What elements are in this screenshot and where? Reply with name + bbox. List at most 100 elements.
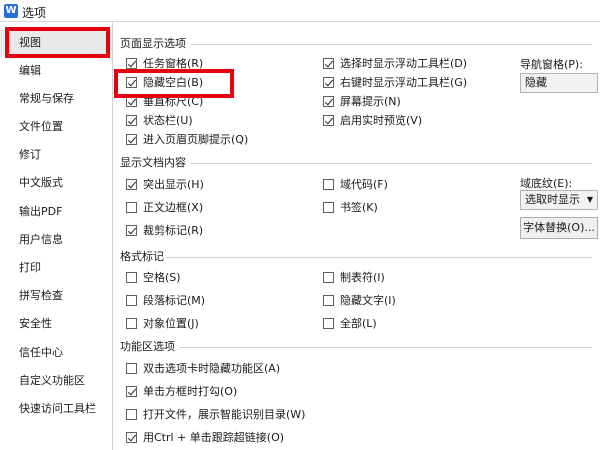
checkbox[interactable] [126,317,137,329]
sidebar-item-file-locations[interactable]: 文件位置 [0,114,112,140]
checkbox[interactable] [323,95,334,107]
font-substitution-button[interactable]: 字体替换(O)... [520,217,598,239]
checkbox[interactable] [126,362,137,374]
sidebar-item-general-save[interactable]: 常规与保存 [0,86,112,112]
checkbox[interactable] [323,271,334,283]
sidebar-item-quick-access-toolbar[interactable]: 快速访问工具栏 [0,396,112,422]
option-object-anchors[interactable]: 对象位置(J) [126,315,199,331]
checkbox[interactable] [126,76,137,88]
checkbox[interactable] [126,178,137,190]
option-label: 制表符(I) [340,271,385,284]
option-label: 对象位置(J) [143,317,199,330]
checkbox[interactable] [126,114,137,126]
checkbox[interactable] [323,178,334,190]
section-title-document-content: 显示文档内容 [120,156,186,169]
option-hidden-text[interactable]: 隐藏文字(I) [323,292,396,308]
window-title: 选项 [22,6,47,20]
section-title-format-marks: 格式标记 [120,250,164,263]
section-title-page-display: 页面显示选项 [120,37,186,50]
option-float-toolbar-on-right-click[interactable]: 右键时显示浮动工具栏(G) [323,74,467,90]
option-paragraph-marks[interactable]: 段落标记(M) [126,292,205,308]
option-label: 状态栏(U) [143,114,193,127]
option-label: 单击方框时打勾(O) [143,385,238,398]
option-bookmarks[interactable]: 书签(K) [323,199,378,215]
option-all-marks[interactable]: 全部(L) [323,315,377,331]
checkbox[interactable] [126,294,137,306]
option-label: 书签(K) [340,201,378,214]
option-spaces[interactable]: 空格(S) [126,269,181,285]
option-label: 双击选项卡时隐藏功能区(A) [143,362,281,375]
sidebar-item-export-pdf[interactable]: 输出PDF [0,199,112,225]
nav-pane-label: 导航窗格(P): [520,58,583,71]
option-label: 垂直标尺(C) [143,95,204,108]
checkbox[interactable] [126,224,137,236]
option-smart-toc-on-open[interactable]: 打开文件，展示智能识别目录(W) [126,406,305,422]
option-ctrl-click-hyperlink[interactable]: 用Ctrl + 单击跟踪超链接(O) [126,429,284,445]
checkbox[interactable] [126,271,137,283]
checkbox[interactable] [323,114,334,126]
option-highlight[interactable]: 突出显示(H) [126,176,204,192]
option-label: 打开文件，展示智能识别目录(W) [143,408,306,421]
option-label: 突出显示(H) [143,178,204,191]
option-vertical-ruler[interactable]: 垂直标尺(C) [126,93,203,109]
section-divider [191,163,592,164]
option-label: 域代码(F) [340,178,388,191]
checkbox[interactable] [126,57,137,69]
option-label: 用Ctrl + 单击跟踪超链接(O) [143,431,285,444]
section-divider [191,44,592,45]
option-float-toolbar-on-select[interactable]: 选择时显示浮动工具栏(D) [323,55,467,71]
checkbox[interactable] [323,76,334,88]
option-label: 右键时显示浮动工具栏(G) [340,76,468,89]
option-label: 隐藏文字(I) [340,294,396,307]
checkbox[interactable] [126,385,137,397]
sidebar-item-revisions[interactable]: 修订 [0,142,112,168]
sidebar-item-edit[interactable]: 编辑 [0,58,112,84]
option-field-codes[interactable]: 域代码(F) [323,176,388,192]
section-divider [179,347,592,348]
sidebar-item-customize-ribbon[interactable]: 自定义功能区 [0,368,112,394]
option-label: 段落标记(M) [143,294,206,307]
option-tab-characters[interactable]: 制表符(I) [323,269,385,285]
checkbox[interactable] [126,408,137,420]
checkbox[interactable] [323,317,334,329]
checkbox[interactable] [126,133,137,145]
option-label: 屏幕提示(N) [340,95,401,108]
checkbox[interactable] [126,201,137,213]
checkbox[interactable] [323,294,334,306]
option-status-bar[interactable]: 状态栏(U) [126,112,193,128]
field-shading-select[interactable]: 选取时显示 ▼ [520,190,598,210]
sidebar-item-security[interactable]: 安全性 [0,311,112,337]
section-title-ribbon-options: 功能区选项 [120,340,175,353]
option-double-click-hide-ribbon[interactable]: 双击选项卡时隐藏功能区(A) [126,360,280,376]
option-label: 进入页眉页脚提示(Q) [143,133,249,146]
option-header-footer-tip[interactable]: 进入页眉页脚提示(Q) [126,131,248,147]
title-bar: W 选项 [0,0,600,22]
checkbox[interactable] [323,201,334,213]
option-live-preview[interactable]: 启用实时预览(V) [323,112,422,128]
option-click-box-to-check[interactable]: 单击方框时打勾(O) [126,383,237,399]
section-divider [167,257,592,258]
option-label: 裁剪标记(R) [143,224,204,237]
field-shading-label: 域底纹(E): [520,177,573,190]
field-shading-value: 选取时显示 [525,193,580,206]
sidebar-item-print[interactable]: 打印 [0,255,112,281]
option-label: 空格(S) [143,271,181,284]
sidebar-item-spell-check[interactable]: 拼写检查 [0,283,112,309]
checkbox[interactable] [126,431,137,443]
option-label: 启用实时预览(V) [340,114,423,127]
option-label: 正文边框(X) [143,201,204,214]
option-text-boundaries[interactable]: 正文边框(X) [126,199,203,215]
option-label: 全部(L) [340,317,377,330]
sidebar-item-chinese-layout[interactable]: 中文版式 [0,170,112,196]
sidebar-item-view[interactable]: 视图 [0,30,112,56]
sidebar-item-trust-center[interactable]: 信任中心 [0,340,112,366]
option-crop-marks[interactable]: 裁剪标记(R) [126,222,203,238]
chevron-down-icon: ▼ [586,195,593,204]
nav-pane-select[interactable]: 隐藏 [520,73,598,93]
option-screen-tips[interactable]: 屏幕提示(N) [323,93,401,109]
sidebar-item-user-info[interactable]: 用户信息 [0,227,112,253]
option-hide-whitespace[interactable]: 隐藏空白(B) [126,74,203,90]
checkbox[interactable] [126,95,137,107]
checkbox[interactable] [323,57,334,69]
option-task-pane[interactable]: 任务窗格(R) [126,55,203,71]
